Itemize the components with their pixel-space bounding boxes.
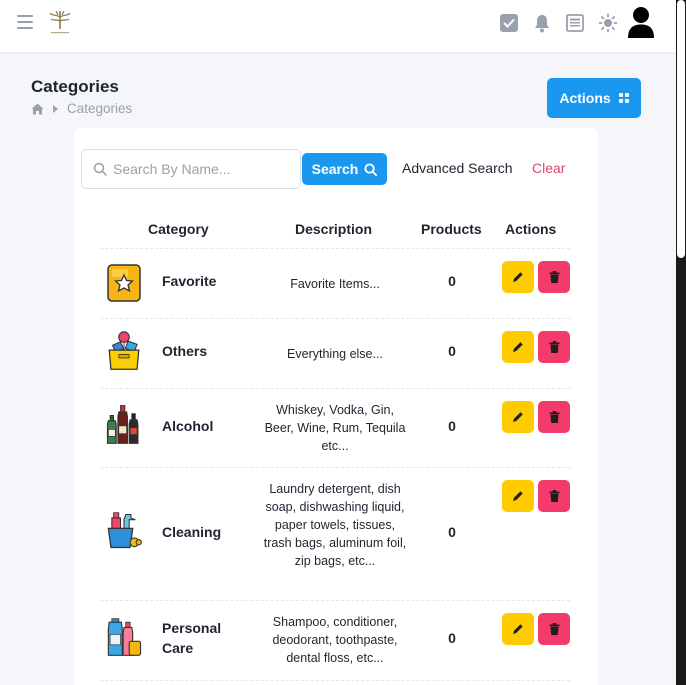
delete-button[interactable] <box>538 613 570 645</box>
grid-icon <box>618 93 629 103</box>
breadcrumb: Categories <box>31 101 132 116</box>
category-name: Favorite <box>162 273 217 289</box>
category-name: Personal Care <box>162 620 222 656</box>
table-divider <box>100 680 570 681</box>
sun-icon[interactable] <box>598 13 618 33</box>
trash-icon <box>549 271 559 283</box>
category-description: Shampoo, conditioner, deodorant, toothpa… <box>272 615 398 665</box>
product-count: 0 <box>448 343 456 359</box>
actions-button[interactable]: Actions <box>547 78 641 118</box>
product-count: 0 <box>448 524 456 540</box>
category-description: Everything else... <box>287 347 383 361</box>
table-divider <box>100 388 570 389</box>
category-name: Cleaning <box>162 524 222 540</box>
category-name: Others <box>162 343 208 359</box>
category-description: Favorite Items... <box>290 277 380 291</box>
task-check-icon[interactable] <box>499 13 519 33</box>
delete-button[interactable] <box>538 331 570 363</box>
pencil-icon <box>513 342 523 352</box>
search-button[interactable]: Search <box>302 153 387 185</box>
category-description: Laundry detergent, dish soap, dishwashin… <box>263 482 407 568</box>
page-title: Categories <box>31 77 119 96</box>
delete-button[interactable] <box>538 480 570 512</box>
trash-icon <box>549 411 559 423</box>
scrollbar-thumb[interactable] <box>677 0 685 258</box>
trash-icon <box>549 341 559 353</box>
pencil-icon <box>513 412 523 422</box>
table-divider <box>100 600 570 601</box>
search-field[interactable] <box>81 149 301 189</box>
table-divider <box>100 248 570 249</box>
column-header-description[interactable]: Description <box>295 221 372 237</box>
star-bookmark-icon <box>107 264 141 302</box>
logo[interactable] <box>44 7 76 37</box>
bottles-icon <box>106 405 139 444</box>
product-count: 0 <box>448 630 456 646</box>
search-icon <box>364 162 378 176</box>
search-icon <box>93 162 107 176</box>
chevron-right-icon <box>53 104 58 113</box>
advanced-search-link[interactable]: Advanced Search <box>402 160 513 176</box>
top-navbar <box>0 0 676 52</box>
trash-icon <box>549 623 559 635</box>
column-header-actions: Actions <box>505 221 557 237</box>
table-divider <box>100 467 570 468</box>
pencil-icon <box>513 272 523 282</box>
edit-button[interactable] <box>502 331 534 363</box>
column-header-products[interactable]: Products <box>421 221 482 237</box>
product-count: 0 <box>448 273 456 289</box>
pencil-icon <box>513 491 523 501</box>
news-icon[interactable] <box>565 13 585 33</box>
search-button-label: Search <box>311 161 359 177</box>
trash-icon <box>549 490 559 502</box>
clear-link[interactable]: Clear <box>532 160 565 176</box>
table-divider <box>100 318 570 319</box>
toiletries-icon <box>107 618 142 656</box>
actions-button-label: Actions <box>559 90 611 106</box>
home-icon[interactable] <box>31 103 44 115</box>
product-count: 0 <box>448 418 456 434</box>
column-header-category[interactable]: Category <box>148 221 209 237</box>
category-name: Alcohol <box>162 418 214 434</box>
breadcrumb-current: Categories <box>67 101 133 116</box>
edit-button[interactable] <box>502 401 534 433</box>
edit-button[interactable] <box>502 613 534 645</box>
delete-button[interactable] <box>538 261 570 293</box>
box-balloons-icon <box>108 331 140 370</box>
edit-button[interactable] <box>502 261 534 293</box>
category-description: Whiskey, Vodka, Gin, Beer, Wine, Rum, Te… <box>264 403 406 453</box>
delete-button[interactable] <box>538 401 570 433</box>
user-avatar-icon[interactable] <box>626 6 656 38</box>
edit-button[interactable] <box>502 480 534 512</box>
search-input[interactable] <box>113 161 293 177</box>
bell-icon[interactable] <box>532 13 552 33</box>
cleaning-bucket-icon <box>107 512 142 549</box>
pencil-icon <box>513 624 523 634</box>
menu-icon[interactable] <box>17 15 33 29</box>
